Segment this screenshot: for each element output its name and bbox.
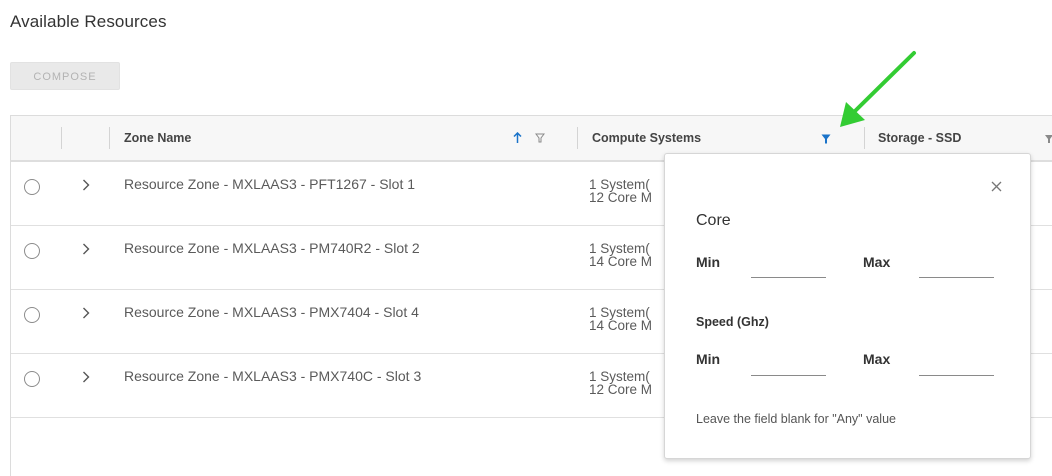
column-label-zone-name: Zone Name	[124, 131, 192, 145]
filter-icon[interactable]	[1044, 134, 1052, 144]
zone-name-cell: Resource Zone - MXLAAS3 - PMX740C - Slot…	[124, 368, 422, 384]
core-section-title: Core	[696, 212, 731, 229]
column-label-compute-systems: Compute Systems	[592, 131, 702, 145]
column-separator	[61, 127, 62, 149]
speed-max-input[interactable]	[919, 352, 994, 376]
filter-hint: Leave the field blank for "Any" value	[696, 412, 896, 426]
column-separator	[109, 127, 110, 149]
row-select-radio[interactable]	[24, 307, 40, 323]
close-icon[interactable]	[991, 181, 1002, 192]
compute-systems-cell: 1 System( 14 Core M	[589, 306, 669, 332]
sort-ascending-icon[interactable]	[513, 132, 522, 144]
zone-name-cell: Resource Zone - MXLAAS3 - PM740R2 - Slot…	[124, 240, 420, 256]
core-max-label: Max	[863, 254, 891, 270]
chevron-right-icon[interactable]	[82, 371, 90, 383]
compute-systems-cell: 1 System( 12 Core M	[589, 370, 669, 396]
speed-min-label: Min	[696, 351, 721, 367]
speed-min-input[interactable]	[751, 352, 826, 376]
filter-icon[interactable]	[535, 133, 545, 143]
compute-systems-cell: 1 System( 12 Core M	[589, 178, 669, 204]
compute-systems-cell: 1 System( 14 Core M	[589, 242, 669, 268]
zone-name-cell: Resource Zone - MXLAAS3 - PMX7404 - Slot…	[124, 304, 419, 320]
row-select-radio[interactable]	[24, 243, 40, 259]
row-select-radio[interactable]	[24, 371, 40, 387]
speed-max-label: Max	[863, 351, 891, 367]
chevron-right-icon[interactable]	[82, 243, 90, 255]
page: Available Resources COMPOSE Zone Name Co…	[0, 0, 1052, 476]
row-select-radio[interactable]	[24, 179, 40, 195]
header-select-column	[11, 116, 61, 160]
compute-line: 14 Core M	[589, 254, 653, 268]
chevron-right-icon[interactable]	[82, 179, 90, 191]
column-header-zone-name[interactable]: Zone Name	[109, 116, 577, 160]
core-min-label: Min	[696, 254, 721, 270]
speed-section-title: Speed (Ghz)	[696, 315, 769, 329]
chevron-right-icon[interactable]	[82, 307, 90, 319]
compute-filter-popup: Core Min Max Speed (Ghz) Min Max Leave t…	[664, 153, 1031, 459]
header-expand-column	[61, 116, 109, 160]
column-label-storage-ssd: Storage - SSD	[878, 131, 962, 145]
compose-button[interactable]: COMPOSE	[10, 62, 120, 90]
page-title: Available Resources	[10, 12, 167, 31]
zone-name-cell: Resource Zone - MXLAAS3 - PFT1267 - Slot…	[124, 176, 416, 192]
compute-line: 12 Core M	[589, 382, 653, 396]
core-max-input[interactable]	[919, 254, 994, 278]
core-min-input[interactable]	[751, 254, 826, 278]
column-separator	[864, 127, 865, 149]
compute-line: 12 Core M	[589, 190, 653, 204]
column-separator	[577, 127, 578, 149]
filter-active-icon[interactable]	[821, 134, 831, 144]
compute-line: 14 Core M	[589, 318, 653, 332]
